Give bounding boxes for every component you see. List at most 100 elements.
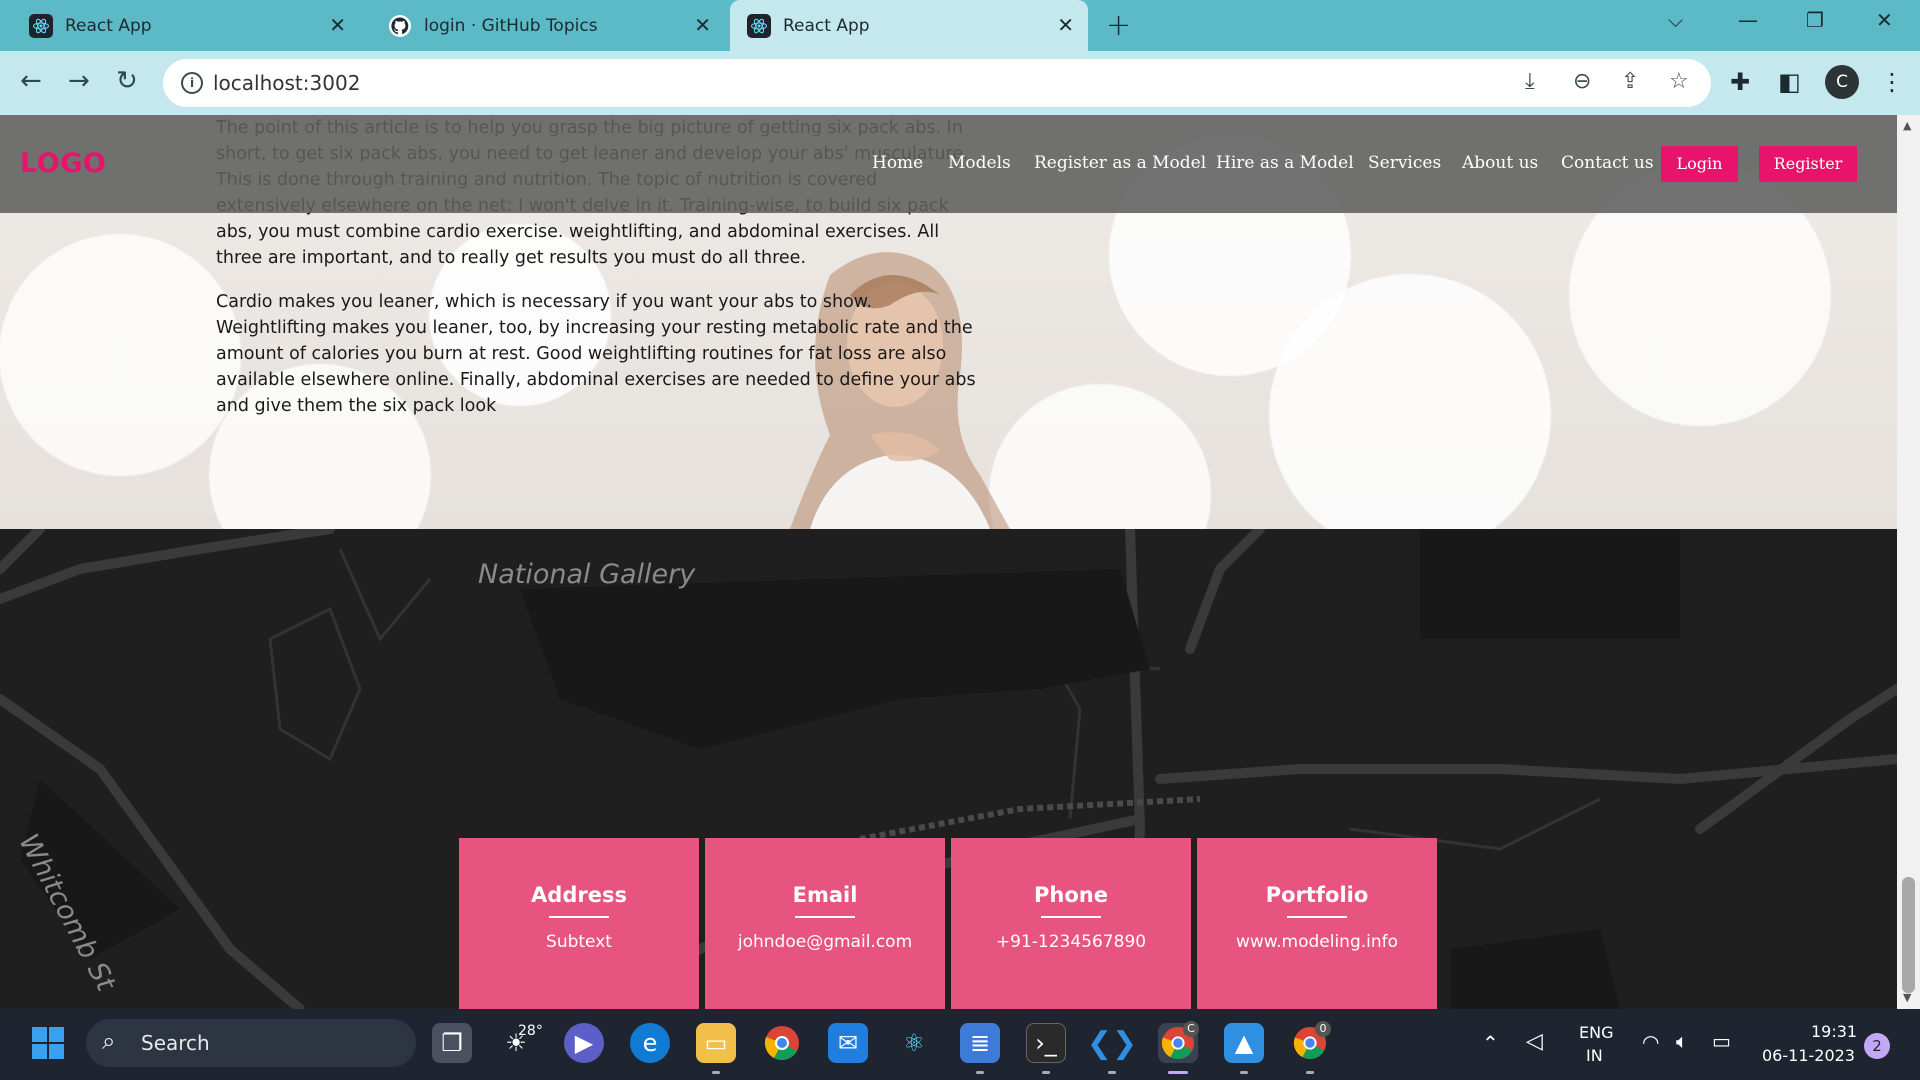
- site-info-icon[interactable]: i: [181, 72, 203, 94]
- edge-icon[interactable]: e: [630, 1023, 670, 1063]
- battery-icon[interactable]: ▭: [1712, 1029, 1731, 1053]
- contact-card-address: Address Subtext: [459, 838, 699, 1009]
- new-tab-icon[interactable]: +: [1106, 8, 1131, 43]
- close-tab-icon[interactable]: ✕: [694, 13, 711, 37]
- scroll-up-icon[interactable]: ▲: [1903, 119, 1911, 132]
- clock-time[interactable]: 19:31: [1811, 1022, 1857, 1041]
- contact-card-email: Email johndoe@gmail.com: [705, 838, 945, 1009]
- active-indicator: [1168, 1071, 1188, 1074]
- photos-icon[interactable]: ▲: [1224, 1023, 1264, 1063]
- back-icon[interactable]: ←: [20, 66, 42, 96]
- chrome-profile-badge: C: [1183, 1021, 1199, 1037]
- chrome-icon[interactable]: [762, 1023, 802, 1063]
- nav-link-services[interactable]: Services: [1368, 153, 1441, 173]
- wifi-icon[interactable]: ◠: [1642, 1030, 1659, 1054]
- card-value[interactable]: www.modeling.info: [1197, 932, 1437, 952]
- close-tab-icon[interactable]: ✕: [1057, 13, 1074, 37]
- url-text[interactable]: localhost:3002: [213, 71, 360, 95]
- clock-date[interactable]: 06-11-2023: [1762, 1046, 1855, 1065]
- region-indicator[interactable]: IN: [1586, 1046, 1603, 1065]
- running-indicator: [1306, 1071, 1314, 1074]
- chrome-profile-2-badge: 0: [1315, 1021, 1331, 1037]
- file-explorer-icon[interactable]: ▭: [696, 1023, 736, 1063]
- nav-link-about[interactable]: About us: [1462, 153, 1538, 173]
- mail-icon[interactable]: ✉: [828, 1023, 868, 1063]
- volume-icon[interactable]: 🔈︎: [1676, 1029, 1688, 1053]
- react-icon: [29, 13, 53, 38]
- location-map[interactable]: National Gallery Whitcomb St: [0, 529, 1897, 1009]
- browser-tab-strip: React App ✕ login · GitHub Topics ✕ Reac…: [0, 0, 1920, 51]
- nav-link-home[interactable]: Home: [872, 153, 923, 173]
- site-navbar: LOGO Home Models Register as a Model Hir…: [0, 115, 1897, 213]
- profile-avatar[interactable]: C: [1825, 65, 1859, 99]
- running-indicator: [1108, 1071, 1116, 1074]
- card-title: Address: [531, 883, 627, 907]
- nav-link-contact[interactable]: Contact us: [1561, 153, 1654, 173]
- forward-icon[interactable]: →: [68, 66, 90, 96]
- react-devtools-icon[interactable]: ⚛: [894, 1023, 934, 1063]
- share-icon[interactable]: ⇪: [1621, 69, 1639, 94]
- tab-title: login · GitHub Topics: [424, 15, 598, 36]
- teams-chat-icon[interactable]: ▶: [564, 1023, 604, 1063]
- article-paragraph: Cardio makes you leaner, which is necess…: [216, 292, 976, 416]
- bookmark-star-icon[interactable]: ☆: [1669, 69, 1689, 94]
- tab-title: React App: [65, 15, 152, 36]
- login-button[interactable]: Login: [1661, 146, 1738, 182]
- github-icon: [388, 14, 412, 38]
- nav-link-register-model[interactable]: Register as a Model: [1034, 153, 1206, 173]
- card-divider: [795, 916, 855, 918]
- location-icon[interactable]: ◁: [1526, 1029, 1543, 1054]
- restore-icon[interactable]: ❐: [1806, 8, 1824, 32]
- tab-search-chevron-icon[interactable]: ⌵: [1668, 8, 1683, 32]
- notification-badge[interactable]: 2: [1864, 1033, 1890, 1059]
- side-panel-icon[interactable]: ◧: [1778, 68, 1801, 96]
- extensions-icon[interactable]: ✚: [1730, 68, 1750, 96]
- show-hidden-icons-chevron-icon[interactable]: ⌃: [1482, 1031, 1499, 1055]
- close-tab-icon[interactable]: ✕: [329, 13, 346, 37]
- card-value[interactable]: johndoe@gmail.com: [705, 932, 945, 952]
- browser-tab[interactable]: login · GitHub Topics ✕: [360, 0, 725, 51]
- browser-toolbar: ← → ↻ i localhost:3002 ⤓ ⊖ ⇪ ☆ ✚ ◧ C ⋮: [0, 51, 1920, 115]
- card-divider: [1287, 916, 1347, 918]
- address-bar[interactable]: i localhost:3002 ⤓ ⊖ ⇪ ☆: [163, 59, 1711, 107]
- react-icon: [747, 13, 771, 38]
- scroll-down-icon[interactable]: ▼: [1903, 991, 1911, 1004]
- card-divider: [1041, 916, 1101, 918]
- taskbar-search[interactable]: ⌕ Search: [86, 1019, 416, 1067]
- vscode-icon[interactable]: ❮❯: [1087, 1023, 1137, 1063]
- running-indicator: [976, 1071, 984, 1074]
- close-window-icon[interactable]: ✕: [1876, 8, 1893, 32]
- language-indicator[interactable]: ENG: [1579, 1023, 1613, 1042]
- map-roads: [0, 529, 1897, 1009]
- running-indicator: [712, 1071, 720, 1074]
- nav-link-hire-model[interactable]: Hire as a Model: [1216, 153, 1354, 173]
- browser-tab-active[interactable]: React App ✕: [730, 0, 1088, 51]
- card-value: Subtext: [546, 932, 612, 952]
- map-label: National Gallery: [478, 559, 696, 590]
- search-icon: ⌕: [102, 1027, 116, 1055]
- running-indicator: [1240, 1071, 1248, 1074]
- page-viewport: The point of this article is to help you…: [0, 115, 1897, 1009]
- site-logo[interactable]: LOGO: [20, 148, 106, 179]
- running-indicator: [1042, 1071, 1050, 1074]
- zoom-icon[interactable]: ⊖: [1573, 69, 1591, 94]
- nav-link-models[interactable]: Models: [948, 153, 1011, 173]
- browser-tab[interactable]: React App ✕: [0, 0, 360, 51]
- menu-kebab-icon[interactable]: ⋮: [1880, 68, 1904, 96]
- page-scrollbar[interactable]: ▲ ▼: [1897, 115, 1920, 1009]
- notepad-icon[interactable]: ≣: [960, 1023, 1000, 1063]
- contact-card-portfolio: Portfolio www.modeling.info: [1197, 838, 1437, 1009]
- task-view-icon[interactable]: ❐: [432, 1023, 472, 1063]
- card-title: Portfolio: [1265, 883, 1369, 907]
- reload-icon[interactable]: ↻: [116, 66, 138, 96]
- register-button[interactable]: Register: [1759, 146, 1857, 182]
- windows-start-icon[interactable]: [28, 1023, 68, 1063]
- minimize-icon[interactable]: —: [1738, 8, 1758, 32]
- card-divider: [549, 916, 609, 918]
- tab-title: React App: [783, 15, 870, 36]
- install-app-icon[interactable]: ⤓: [1525, 69, 1535, 94]
- card-value[interactable]: +91-1234567890: [951, 932, 1191, 952]
- terminal-icon[interactable]: ›_: [1026, 1023, 1066, 1063]
- card-title: Email: [792, 883, 858, 907]
- scrollbar-thumb[interactable]: [1902, 877, 1915, 993]
